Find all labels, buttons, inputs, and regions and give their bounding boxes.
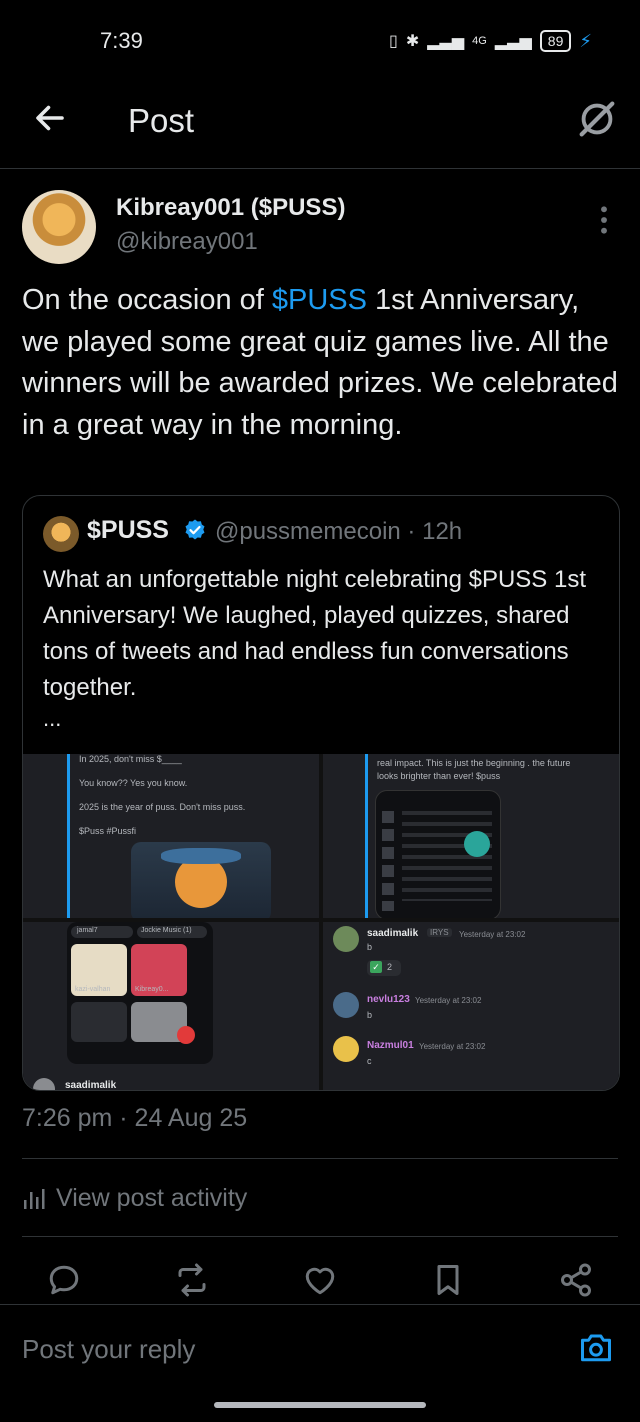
status-time: 7:39 bbox=[100, 28, 143, 53]
cat-image bbox=[131, 842, 271, 918]
phone-screenshot bbox=[375, 790, 501, 918]
battery-icon: 89 bbox=[539, 30, 572, 52]
tile2-line-1: real impact. This is just the beginning … bbox=[377, 758, 571, 768]
status-icons: ▯ ✱ ▂▃▅ 4G ▂▃▅ 89 ⚡ bbox=[389, 30, 592, 52]
reply-input[interactable] bbox=[22, 1334, 542, 1365]
tile1-line-1: In 2025, don't miss $____ bbox=[79, 754, 182, 764]
quote-avatar bbox=[43, 516, 79, 552]
back-arrow-icon[interactable] bbox=[32, 100, 68, 136]
post-timestamp[interactable]: 7:26 pm · 24 Aug 25 bbox=[22, 1104, 247, 1133]
home-indicator[interactable] bbox=[214, 1402, 426, 1408]
msg-3-body: c bbox=[367, 1056, 372, 1066]
server-list bbox=[382, 811, 394, 911]
quote-handle-time: @pussmemecoin · 12h bbox=[215, 518, 463, 545]
tile1-line-3: 2025 is the year of puss. Don't miss pus… bbox=[79, 802, 246, 812]
tile1-line-4: $Puss #Pussfi bbox=[79, 826, 137, 836]
msg-1-name: saadimalik bbox=[367, 928, 419, 939]
msg-avatar-3 bbox=[333, 1036, 359, 1062]
camera-icon[interactable] bbox=[578, 1330, 614, 1364]
divider bbox=[22, 1158, 618, 1159]
author-handle[interactable]: @kibreay001 bbox=[116, 228, 258, 256]
repost-icon[interactable] bbox=[174, 1262, 210, 1298]
tile3-footer-name: saadimalik bbox=[65, 1080, 117, 1090]
cashtag-link[interactable]: $PUSS bbox=[272, 284, 367, 316]
post-text-part1: On the occasion of bbox=[22, 284, 272, 316]
author-avatar[interactable] bbox=[22, 190, 96, 264]
call-label-4: Kibreay0... bbox=[135, 986, 169, 993]
msg-avatar-1 bbox=[333, 926, 359, 952]
msg-2-name: nevlu123 bbox=[367, 994, 410, 1005]
vibrate-icon: ▯ bbox=[389, 33, 398, 50]
share-icon[interactable] bbox=[558, 1262, 594, 1298]
author-name[interactable]: Kibreay001 ($PUSS) bbox=[116, 194, 345, 222]
signal-icon: ▂▃▅ bbox=[427, 33, 465, 50]
media-image-2[interactable]: real impact. This is just the beginning … bbox=[323, 754, 619, 918]
call-tile-3 bbox=[71, 1002, 127, 1042]
msg-avatar-2 bbox=[333, 992, 359, 1018]
media-image-4[interactable]: saadimalik IRYS Yesterday at 23:02 b ✓ 2… bbox=[323, 922, 619, 1090]
tile1-line-2: You know?? Yes you know. bbox=[79, 778, 188, 788]
quote-bar bbox=[365, 754, 368, 918]
msg-1-time: Yesterday at 23:02 bbox=[459, 930, 526, 939]
profile-picture bbox=[464, 831, 490, 857]
signal-icon-2: ▂▃▅ bbox=[494, 33, 532, 50]
msg-1-badge: IRYS bbox=[427, 928, 452, 937]
more-options-icon[interactable] bbox=[596, 204, 612, 236]
verified-badge-icon bbox=[185, 519, 205, 540]
post-text: On the occasion of $PUSS 1st Anniversary… bbox=[22, 280, 622, 446]
media-grid[interactable]: In 2025, don't miss $____ You know?? Yes… bbox=[23, 754, 619, 1090]
msg-3-name: Nazmul01 bbox=[367, 1040, 414, 1051]
reaction-chip: ✓ 2 bbox=[367, 960, 401, 976]
bar-chart-icon bbox=[24, 1189, 45, 1209]
quote-ellipsis: ... bbox=[43, 706, 62, 731]
call-label-3: kazi-valhan bbox=[75, 986, 111, 993]
msg-2-body: b bbox=[367, 1010, 373, 1020]
quote-author-name: $PUSS bbox=[87, 516, 169, 544]
cat-hat bbox=[161, 848, 241, 864]
bookmark-icon[interactable] bbox=[430, 1262, 466, 1298]
tile2-line-2: looks brighter than ever! $puss bbox=[377, 771, 501, 781]
bluetooth-icon: ✱ bbox=[405, 33, 420, 50]
quoted-post[interactable]: $PUSS @pussmemecoin · 12h What an unforg… bbox=[22, 495, 620, 1091]
quote-text: What an unforgettable night celebrating … bbox=[43, 566, 586, 701]
charging-icon: ⚡ bbox=[579, 30, 592, 51]
divider bbox=[22, 1236, 618, 1237]
grok-icon[interactable] bbox=[574, 96, 620, 142]
top-bar bbox=[0, 80, 640, 169]
msg-2-time: Yesterday at 23:02 bbox=[415, 996, 482, 1005]
media-image-1[interactable]: In 2025, don't miss $____ You know?? Yes… bbox=[23, 754, 319, 918]
user-avatar bbox=[33, 1078, 55, 1090]
msg-3-time: Yesterday at 23:02 bbox=[419, 1042, 486, 1051]
media-image-3[interactable]: jamal7 Jockie Music (1) kazi-valhan Kibr… bbox=[23, 922, 319, 1090]
reaction-count: 2 bbox=[387, 962, 393, 972]
like-icon[interactable] bbox=[302, 1262, 338, 1298]
call-label-2: Jockie Music (1) bbox=[141, 927, 192, 934]
network-type: 4G bbox=[472, 35, 487, 47]
page-title: Post bbox=[128, 102, 195, 139]
call-screenshot: jamal7 Jockie Music (1) kazi-valhan Kibr… bbox=[67, 922, 213, 1064]
view-post-activity-link[interactable]: View post activity bbox=[56, 1184, 247, 1213]
reply-icon[interactable] bbox=[46, 1262, 82, 1298]
call-label-1: jamal7 bbox=[77, 927, 98, 934]
msg-1-body: b bbox=[367, 942, 373, 952]
end-call-icon bbox=[177, 1026, 195, 1044]
quote-bar bbox=[67, 754, 70, 918]
